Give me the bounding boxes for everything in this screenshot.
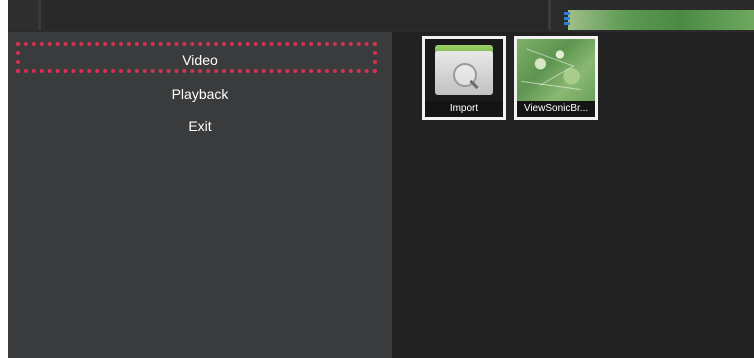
map-thumbnail — [517, 39, 595, 101]
menu-item-exit[interactable]: Exit — [8, 112, 392, 140]
top-bar-preview-thumbnail — [564, 10, 754, 30]
map-road — [521, 80, 581, 91]
menu-item-video[interactable]: Video — [8, 46, 392, 74]
media-content-area: Import ViewSonicBr... — [392, 32, 754, 358]
import-tile[interactable]: Import — [422, 36, 506, 120]
menu-item-playback[interactable]: Playback — [8, 80, 392, 108]
map-road — [539, 65, 575, 86]
tile-caption: ViewSonicBr... — [517, 101, 595, 117]
map-road — [526, 48, 574, 67]
main-menu-panel: Video Playback Exit — [8, 32, 392, 358]
app-screen: Video Playback Exit Import ViewSonicBr..… — [8, 0, 754, 358]
tile-caption: Import — [425, 101, 503, 117]
top-bar-segment — [8, 0, 41, 30]
top-bar-segment — [46, 0, 551, 30]
top-bar — [8, 0, 754, 32]
media-file-tile[interactable]: ViewSonicBr... — [514, 36, 598, 120]
